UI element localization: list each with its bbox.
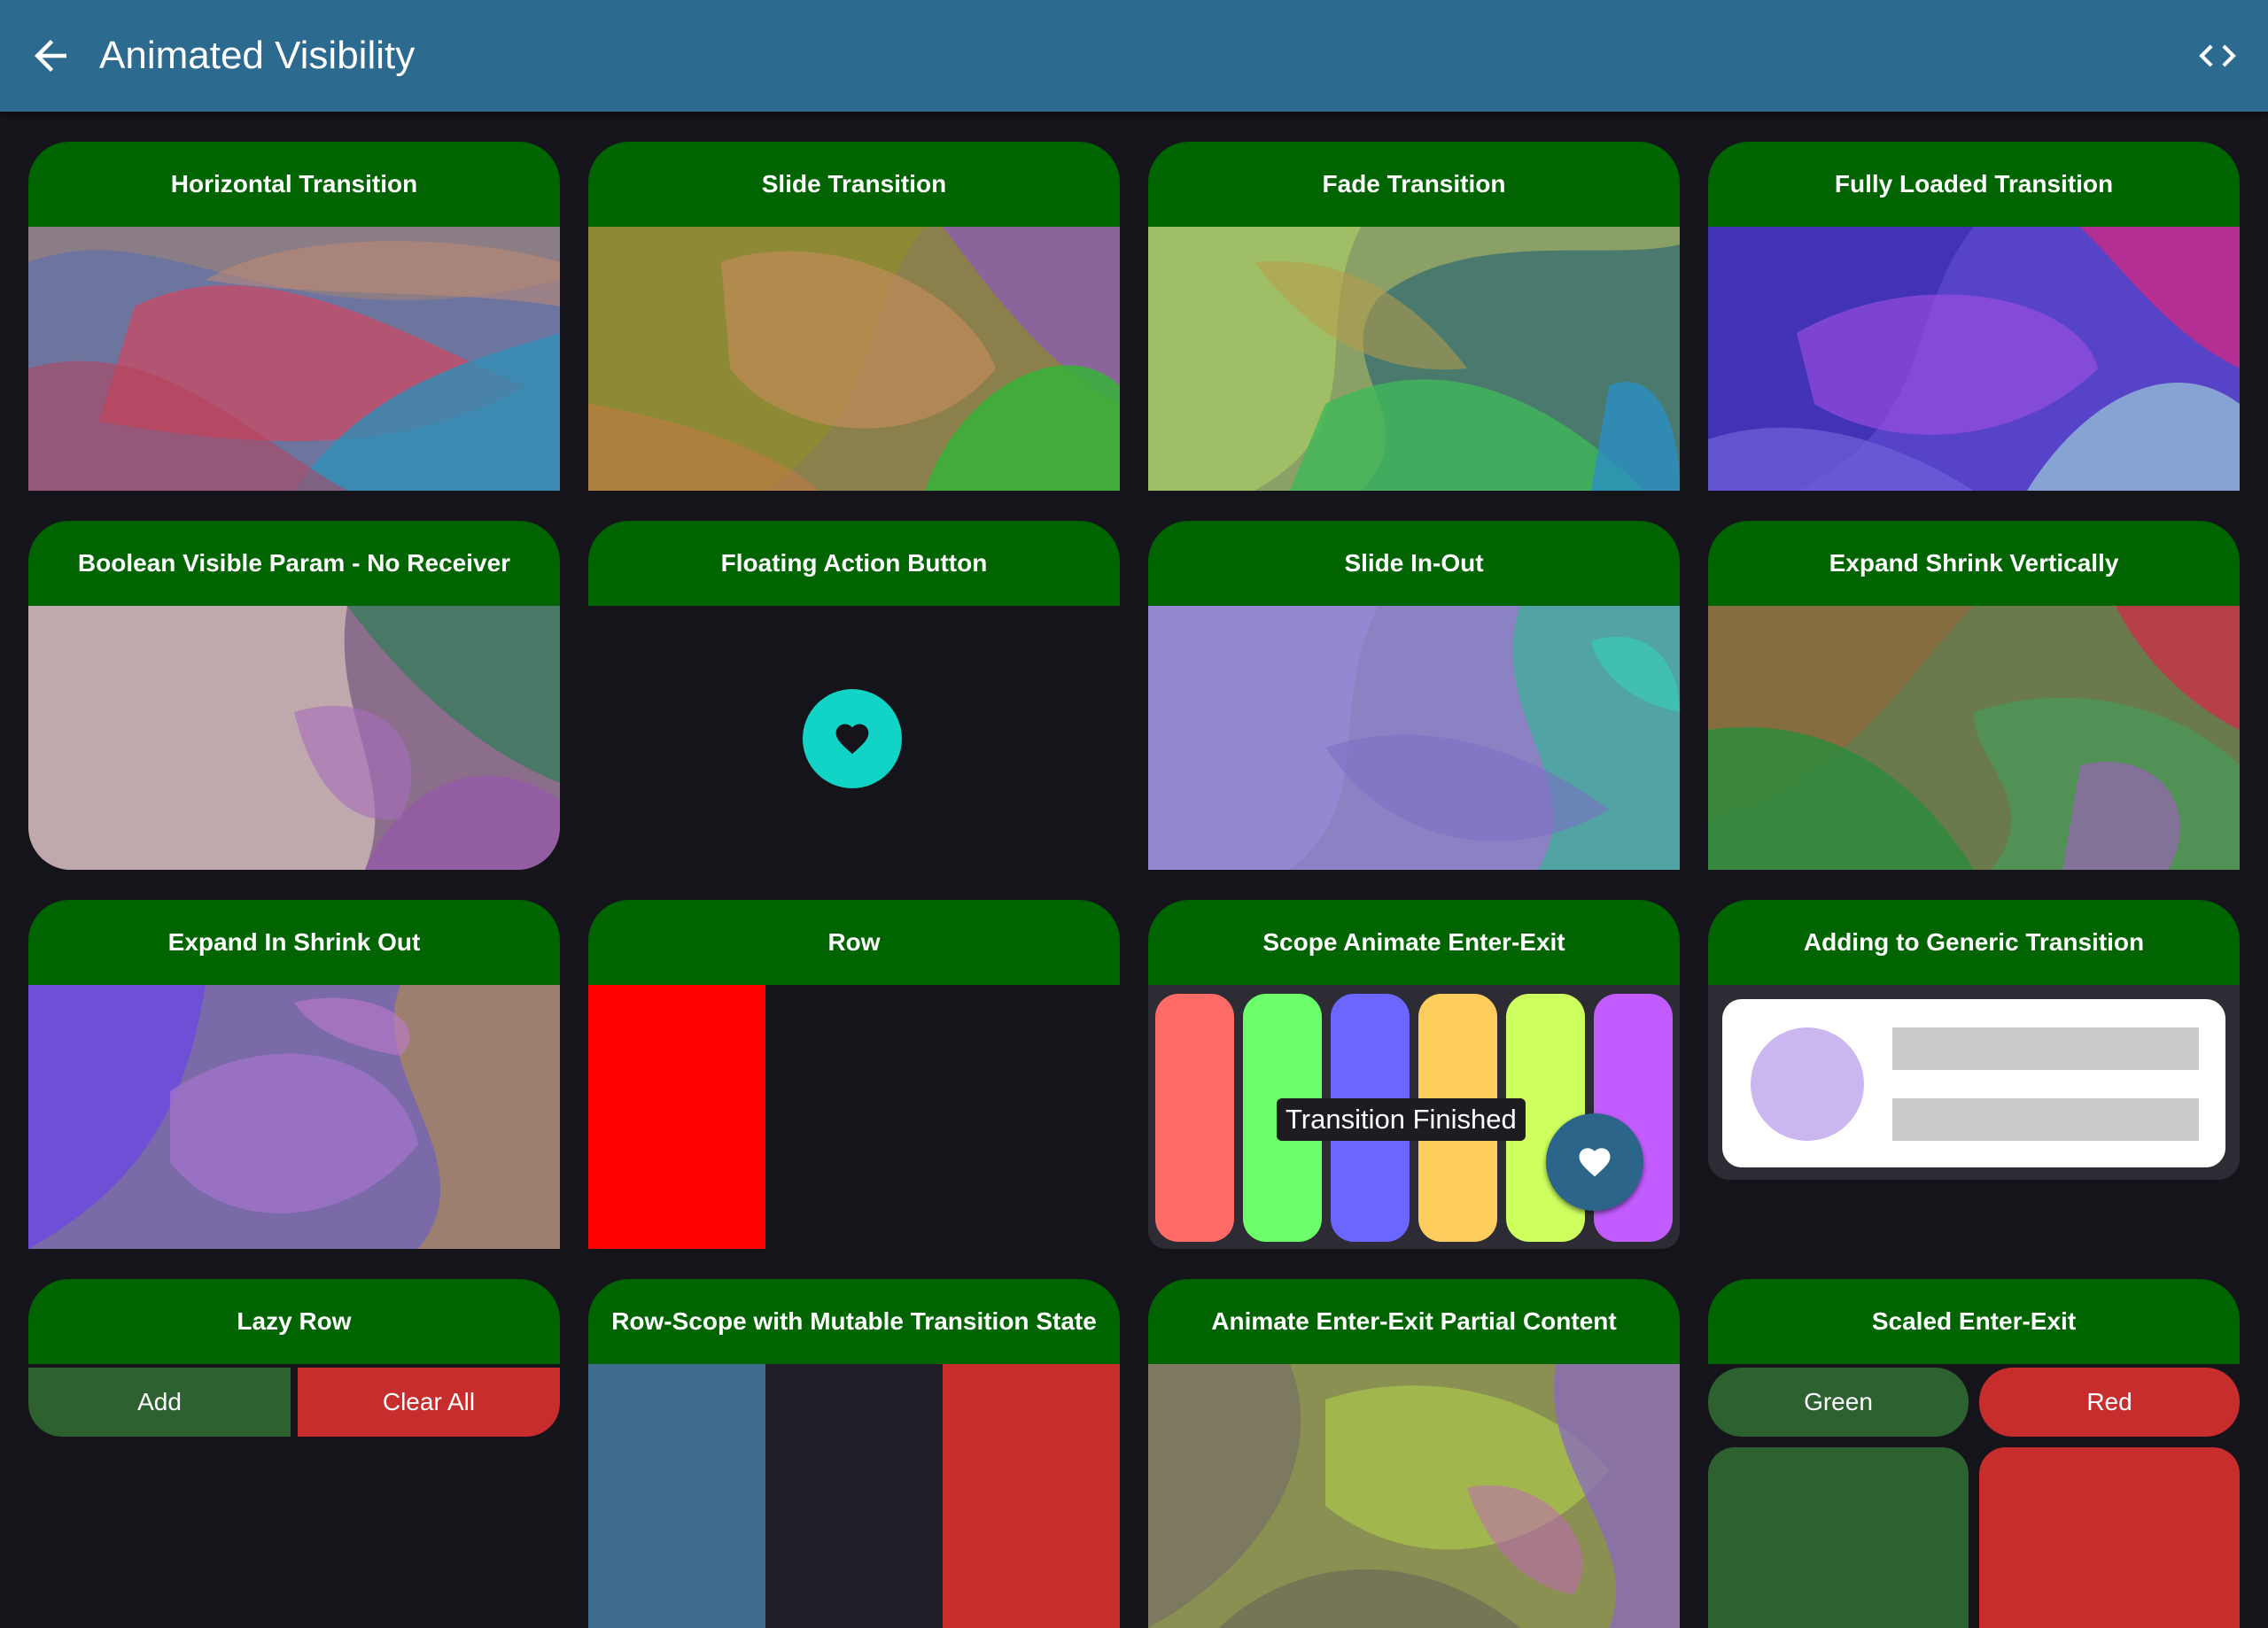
animated-image <box>588 227 1120 491</box>
card-adding-to-generic-transition[interactable]: Adding to Generic Transition <box>1708 900 2240 1249</box>
animated-image <box>28 227 560 491</box>
placeholder-container <box>1708 985 2240 1180</box>
card-scope-animate-enter-exit[interactable]: Scope Animate Enter-Exit Transition Fini… <box>1148 900 1680 1249</box>
green-button[interactable]: Green <box>1708 1368 1969 1437</box>
card-title: Scaled Enter-Exit <box>1708 1279 2240 1364</box>
card-title: Lazy Row <box>28 1279 560 1364</box>
card-title: Expand In Shrink Out <box>28 900 560 985</box>
card-title: Fully Loaded Transition <box>1708 142 2240 227</box>
avatar-placeholder <box>1751 1027 1864 1141</box>
animated-image <box>28 985 560 1249</box>
card-title: Row-Scope with Mutable Transition State <box>588 1279 1120 1364</box>
transition-finished-tooltip: Transition Finished <box>1277 1098 1526 1141</box>
page-title: Animated Visibility <box>99 34 416 77</box>
lazy-row-content: Add Clear All <box>28 1364 560 1628</box>
animated-image <box>1148 606 1680 870</box>
card-fully-loaded-transition[interactable]: Fully Loaded Transition <box>1708 142 2240 491</box>
card-title: Scope Animate Enter-Exit <box>1148 900 1680 985</box>
card-title: Row <box>588 900 1120 985</box>
placeholder-card <box>1722 999 2225 1167</box>
red-button[interactable]: Red <box>1979 1368 2240 1437</box>
blue-box <box>588 1364 765 1628</box>
green-box <box>1708 1447 1969 1628</box>
card-animate-enter-exit-partial[interactable]: Animate Enter-Exit Partial Content <box>1148 1279 1680 1628</box>
clear-all-button[interactable]: Clear All <box>298 1368 560 1437</box>
scope-content: Transition Finished <box>1148 985 1680 1249</box>
card-title: Horizontal Transition <box>28 142 560 227</box>
animated-image <box>1148 1364 1680 1628</box>
heart-icon <box>1579 1148 1611 1177</box>
red-box <box>943 1364 1120 1628</box>
row-content <box>588 985 1120 1249</box>
animated-image <box>28 606 560 870</box>
card-expand-shrink-vertically[interactable]: Expand Shrink Vertically <box>1708 521 2240 870</box>
card-row[interactable]: Row <box>588 900 1120 1249</box>
code-icon[interactable] <box>2195 34 2240 78</box>
card-expand-in-shrink-out[interactable]: Expand In Shrink Out <box>28 900 560 1249</box>
heart-icon <box>835 724 869 755</box>
card-title: Adding to Generic Transition <box>1708 900 2240 985</box>
card-slide-in-out[interactable]: Slide In-Out <box>1148 521 1680 870</box>
card-title: Fade Transition <box>1148 142 1680 227</box>
card-horizontal-transition[interactable]: Horizontal Transition <box>28 142 560 491</box>
card-boolean-visible-param[interactable]: Boolean Visible Param - No Receiver <box>28 521 560 870</box>
arrow-back-icon[interactable] <box>27 32 74 80</box>
text-placeholder-line <box>1892 1098 2199 1141</box>
card-scaled-enter-exit[interactable]: Scaled Enter-Exit Green Red <box>1708 1279 2240 1628</box>
red-box <box>1979 1447 2240 1628</box>
pill-container: Transition Finished <box>1148 985 1680 1249</box>
card-title: Expand Shrink Vertically <box>1708 521 2240 606</box>
add-button[interactable]: Add <box>28 1368 291 1437</box>
scaled-content: Green Red <box>1708 1364 2240 1628</box>
animated-image <box>1708 227 2240 491</box>
card-title: Slide Transition <box>588 142 1120 227</box>
animated-image <box>1148 227 1680 491</box>
favorite-fab[interactable] <box>803 689 902 788</box>
card-slide-transition[interactable]: Slide Transition <box>588 142 1120 491</box>
fab-area <box>588 606 1120 870</box>
card-title: Boolean Visible Param - No Receiver <box>28 521 560 606</box>
favorite-fab[interactable] <box>1546 1113 1643 1211</box>
animated-image <box>1708 606 2240 870</box>
row-scope-content <box>588 1364 1120 1628</box>
card-title: Slide In-Out <box>1148 521 1680 606</box>
card-row-scope-mutable-transition-state[interactable]: Row-Scope with Mutable Transition State <box>588 1279 1120 1628</box>
red-box <box>588 985 765 1249</box>
card-title: Animate Enter-Exit Partial Content <box>1148 1279 1680 1364</box>
dark-box <box>765 1364 943 1628</box>
card-floating-action-button[interactable]: Floating Action Button <box>588 521 1120 870</box>
generic-content <box>1708 985 2240 1249</box>
card-lazy-row[interactable]: Lazy Row Add Clear All <box>28 1279 560 1628</box>
color-pill-red <box>1155 994 1234 1242</box>
card-fade-transition[interactable]: Fade Transition <box>1148 142 1680 491</box>
top-app-bar: Animated Visibility <box>0 0 2268 112</box>
card-title: Floating Action Button <box>588 521 1120 606</box>
text-placeholder-line <box>1892 1027 2199 1070</box>
